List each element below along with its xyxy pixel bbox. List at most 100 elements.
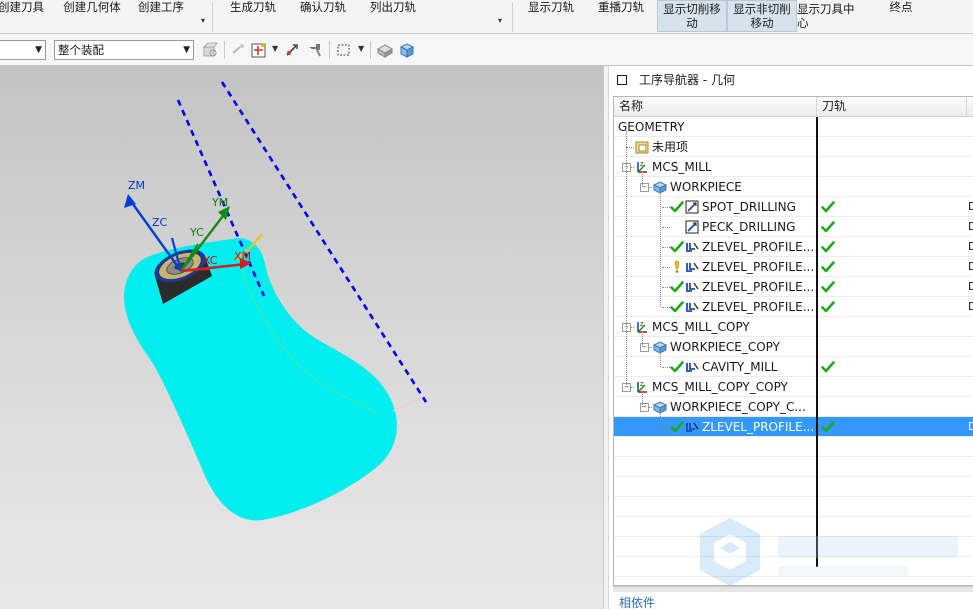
create-operation-button[interactable]: 创建工序 bbox=[134, 0, 188, 32]
assembly-filter-icon[interactable] bbox=[201, 41, 219, 59]
verify-path-button[interactable]: 确认刀轨 bbox=[296, 0, 350, 32]
list-path-button[interactable]: 列出刀轨 bbox=[366, 0, 420, 32]
status-ok-check-icon bbox=[670, 201, 684, 213]
toolpath-status-cell bbox=[817, 337, 967, 357]
hammer-icon[interactable] bbox=[306, 41, 324, 59]
tree-row[interactable]: – WORKPIECE bbox=[614, 177, 973, 197]
extra-column-cell: D bbox=[968, 297, 973, 317]
toolpath-ok-check-icon bbox=[821, 421, 835, 433]
vector-snap-icon[interactable] bbox=[284, 41, 302, 59]
tree-row-name: ZLEVEL_PROFILE... bbox=[702, 420, 815, 434]
extra-column-cell bbox=[968, 337, 973, 357]
navigator-tree-table[interactable]: 名称 刀轨 GEOMETRY 未用项 – Z MCS_MILL – WORKPIECE SPO… bbox=[613, 96, 973, 586]
axis-label-zm: ZM bbox=[128, 179, 145, 192]
tree-row[interactable]: – Z MCS_MILL bbox=[614, 157, 973, 177]
tree-connector bbox=[662, 287, 670, 288]
tree-row-name: ZLEVEL_PROFILE... bbox=[702, 280, 815, 294]
extra-column-cell bbox=[968, 397, 973, 417]
dependencies-panel-toggle[interactable]: 相依件 bbox=[619, 594, 655, 609]
drill-icon bbox=[685, 200, 699, 214]
assembly-scope-combo[interactable]: 整个装配 ▼ bbox=[54, 40, 194, 60]
extra-column-cell bbox=[968, 137, 973, 157]
status-ok-check-icon bbox=[670, 301, 684, 313]
tree-row[interactable]: – Z MCS_MILL_COPY bbox=[614, 317, 973, 337]
tree-row-name: SPOT_DRILLING bbox=[702, 200, 796, 214]
extra-column-cell bbox=[968, 357, 973, 377]
tree-row[interactable]: SPOT_DRILLING D bbox=[614, 197, 973, 217]
tree-row[interactable]: ZLEVEL_PROFILE... D bbox=[614, 257, 973, 277]
graphics-viewport[interactable]: ZM ZC YM YC XC XM bbox=[0, 66, 603, 609]
chevron-down-icon[interactable]: ▼ bbox=[358, 44, 364, 53]
snap-point-icon[interactable] bbox=[230, 41, 248, 59]
end-point-button[interactable]: 终点 bbox=[876, 0, 926, 32]
show-noncut-moves-button[interactable]: 显示非切削 移动 bbox=[727, 0, 797, 32]
tree-row[interactable]: ZLEVEL_PROFILE... D bbox=[614, 297, 973, 317]
tree-row[interactable]: ZLEVEL_PROFILE... D bbox=[614, 417, 973, 437]
toolpath-ok-check-icon bbox=[821, 241, 835, 253]
tree-row[interactable]: CAVITY_MILL bbox=[614, 357, 973, 377]
unused-folder-icon bbox=[635, 141, 649, 154]
svg-text:Z: Z bbox=[640, 162, 644, 168]
tree-row[interactable]: – Z MCS_MILL_COPY_COPY bbox=[614, 377, 973, 397]
chevron-down-icon[interactable]: ▼ bbox=[272, 44, 278, 53]
axis-label-zc: ZC bbox=[152, 216, 168, 229]
create-tool-button[interactable]: 创建刀具 bbox=[0, 0, 48, 32]
tree-row[interactable]: – WORKPIECE_COPY_C... bbox=[614, 397, 973, 417]
tree-spine bbox=[660, 351, 661, 367]
ribbon-more-icon[interactable]: ▾ bbox=[201, 16, 205, 25]
empty-row bbox=[614, 517, 973, 537]
generate-path-button[interactable]: 生成刀轨 bbox=[226, 0, 280, 32]
selection-box-icon[interactable] bbox=[335, 41, 353, 59]
toolpath-status-cell bbox=[817, 257, 967, 277]
axis-label-yc: YC bbox=[189, 226, 204, 239]
zlevel-icon bbox=[686, 362, 699, 372]
ribbon-more-icon[interactable]: ▾ bbox=[498, 16, 502, 25]
extra-column-cell: D bbox=[968, 277, 973, 297]
toolpath-ok-check-icon bbox=[821, 261, 835, 273]
column-header-extra[interactable] bbox=[967, 97, 973, 117]
status-ok-check-icon bbox=[670, 241, 684, 253]
extra-column-cell: D bbox=[968, 417, 973, 437]
tree-row[interactable]: ZLEVEL_PROFILE... D bbox=[614, 237, 973, 257]
horizontal-scrollbar[interactable] bbox=[613, 586, 973, 592]
column-header-toolpath[interactable]: 刀轨 bbox=[817, 97, 967, 117]
tree-row[interactable]: – WORKPIECE_COPY bbox=[614, 337, 973, 357]
tree-row[interactable]: PECK_DRILLING D bbox=[614, 217, 973, 237]
shaded-view-icon[interactable] bbox=[376, 41, 394, 59]
tree-row-name: MCS_MILL_COPY_COPY bbox=[652, 380, 788, 394]
tree-spine bbox=[626, 131, 627, 387]
tree-connector bbox=[626, 147, 634, 148]
replay-path-button[interactable]: 重播刀轨 bbox=[594, 0, 648, 32]
tree-connector bbox=[662, 427, 670, 428]
extra-column-cell bbox=[968, 117, 973, 137]
zlevel-icon bbox=[686, 282, 699, 292]
show-tool-center-button[interactable]: 显示刀具中心 bbox=[797, 0, 867, 32]
empty-row bbox=[614, 537, 973, 557]
empty-row bbox=[614, 437, 973, 457]
navigator-title: 工序导航器 - 几何 bbox=[639, 73, 735, 87]
column-header-name[interactable]: 名称 bbox=[614, 97, 817, 117]
tree-row[interactable]: GEOMETRY bbox=[614, 117, 973, 137]
extra-column-cell: D bbox=[968, 257, 973, 277]
axis-label-xc: XC bbox=[203, 254, 218, 267]
axis-label-xm: XM bbox=[234, 250, 251, 263]
toolbar-separator bbox=[224, 41, 225, 59]
chevron-down-icon: ▼ bbox=[35, 45, 42, 55]
svg-text:Z: Z bbox=[640, 322, 644, 328]
point-snap-icon[interactable] bbox=[250, 41, 268, 59]
extra-column-cell bbox=[968, 377, 973, 397]
show-path-button[interactable]: 显示刀轨 bbox=[524, 0, 578, 32]
show-cut-moves-button[interactable]: 显示切削移动 bbox=[657, 0, 727, 32]
wireframe-view-icon[interactable] bbox=[398, 41, 416, 59]
chevron-down-icon: ▼ bbox=[183, 45, 190, 55]
create-geometry-button[interactable]: 创建几何体 bbox=[60, 0, 124, 32]
tree-row[interactable]: 未用项 bbox=[614, 137, 973, 157]
tree-row-name: ZLEVEL_PROFILE... bbox=[702, 240, 815, 254]
zlevel-icon bbox=[686, 242, 699, 252]
toolpath-status-cell bbox=[817, 117, 967, 137]
toolpath-ok-check-icon bbox=[821, 281, 835, 293]
filter-combo[interactable]: ▼ bbox=[0, 40, 46, 60]
tree-row[interactable]: ZLEVEL_PROFILE... D bbox=[614, 277, 973, 297]
toolbar-separator bbox=[370, 41, 371, 59]
svg-text:Z: Z bbox=[640, 382, 644, 388]
